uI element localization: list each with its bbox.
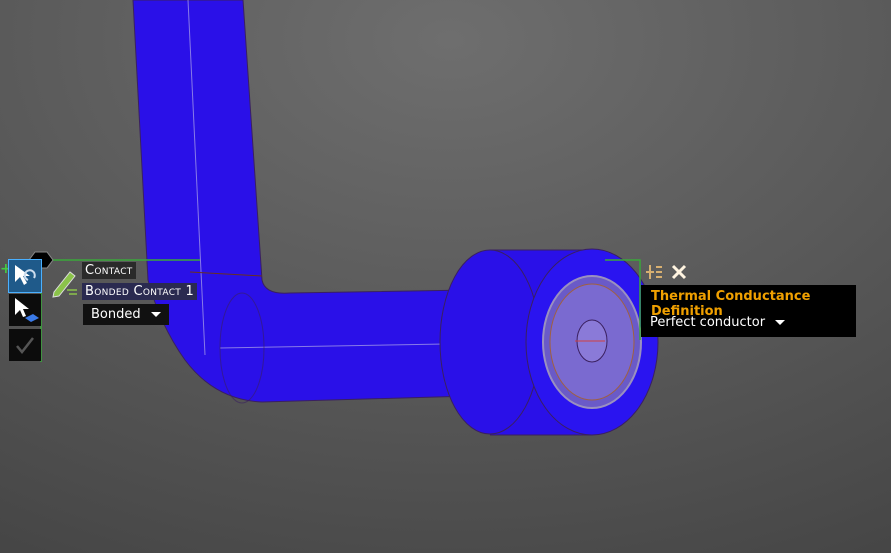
settings-sparkle-icon[interactable] <box>644 263 664 281</box>
close-icon[interactable] <box>670 263 688 281</box>
contact-title: Contact <box>82 262 136 279</box>
contact-type-value: Bonded <box>91 307 141 322</box>
thermal-dropdown[interactable]: Perfect conductor <box>650 315 786 330</box>
confirm-button[interactable] <box>9 329 41 361</box>
select-face-button[interactable] <box>9 294 41 326</box>
contact-name[interactable]: Bonded Contact 1 <box>82 283 198 300</box>
select-swap-button[interactable] <box>8 259 42 293</box>
chevron-down-icon <box>150 312 161 317</box>
thermal-conductance-panel: Thermal Conductance Definition Perfect c… <box>641 285 856 337</box>
chevron-down-icon <box>775 320 786 325</box>
contact-type-dropdown[interactable]: Bonded <box>83 304 169 325</box>
thermal-value: Perfect conductor <box>650 315 766 330</box>
edit-pencil-icon[interactable] <box>50 268 80 298</box>
select-face-icon <box>15 298 39 322</box>
select-swap-icon <box>15 265 36 285</box>
cylinder-geometry[interactable] <box>439 248 659 436</box>
checkmark-icon <box>16 337 34 354</box>
